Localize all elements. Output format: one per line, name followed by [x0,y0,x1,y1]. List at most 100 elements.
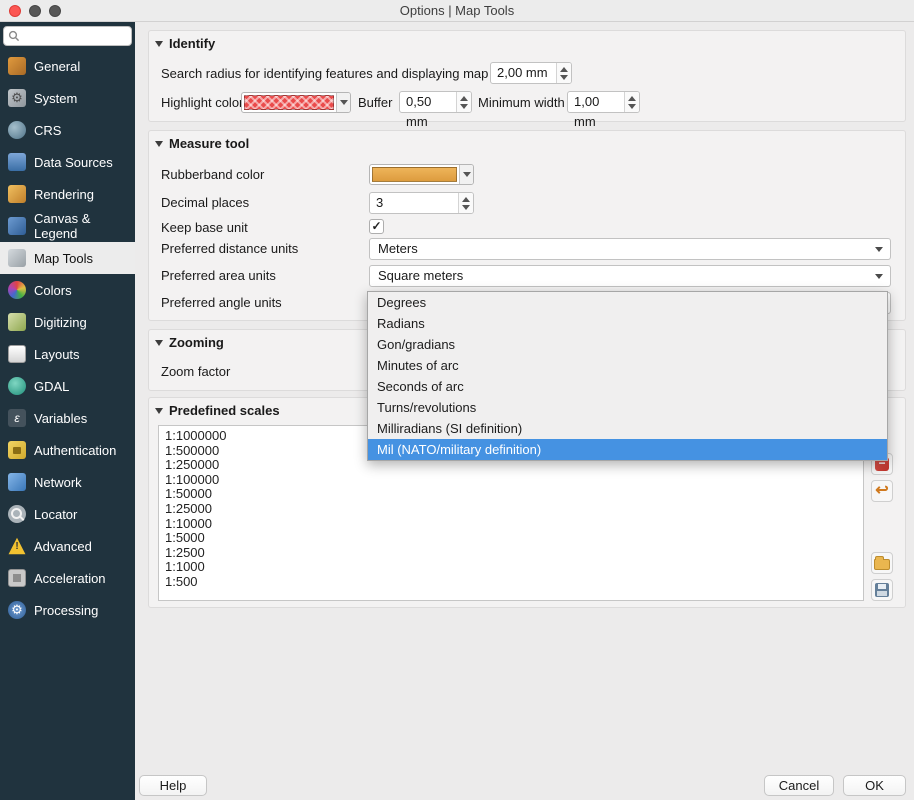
identify-section-header[interactable]: Identify [155,36,215,51]
stepper-up-icon [560,67,568,72]
scale-list-item[interactable]: 1:2500 [165,546,863,561]
rubberband-color-button[interactable] [369,164,474,185]
search-icon [8,30,20,42]
stepper-buttons[interactable] [458,193,473,213]
zooming-section-title: Zooming [169,335,224,350]
sidebar-item-map-tools[interactable]: Map Tools [0,242,135,274]
sidebar-item-variables[interactable]: εVariables [0,402,135,434]
chevron-down-icon [875,247,883,252]
chevron-down-icon [463,172,471,177]
sidebar-item-advanced[interactable]: !Advanced [0,530,135,562]
search-radius-spinbox[interactable]: 2,00 mm [490,62,572,84]
settings-search-input[interactable] [20,28,120,44]
stepper-down-icon [628,104,636,109]
collapse-arrow-icon [155,340,163,346]
dropdown-option-seconds-of-arc[interactable]: Seconds of arc [368,376,887,397]
highlight-color-button[interactable] [241,92,351,113]
options-dialog: Options | Map Tools General ⚙System CRS … [0,0,914,800]
import-scales-folder-icon [874,559,890,570]
sidebar-item-crs[interactable]: CRS [0,114,135,146]
dropdown-option-degrees[interactable]: Degrees [368,292,887,313]
globe-icon [8,121,26,139]
sidebar-item-system[interactable]: ⚙System [0,82,135,114]
scale-list-item[interactable]: 1:1000 [165,560,863,575]
window-title: Options | Map Tools [0,3,914,18]
scale-list-item[interactable]: 1:5000 [165,531,863,546]
sidebar-item-rendering[interactable]: Rendering [0,178,135,210]
gears-icon: ⚙ [8,89,26,107]
map-canvas-icon [8,217,26,235]
sidebar-item-gdal[interactable]: GDAL [0,370,135,402]
sidebar-item-digitizing[interactable]: Digitizing [0,306,135,338]
help-button[interactable]: Help [139,775,207,796]
dropdown-option-mil-nato[interactable]: Mil (NATO/military definition) [368,439,887,460]
scale-list-item[interactable]: 1:500 [165,575,863,590]
stepper-buttons[interactable] [456,92,471,112]
dropdown-option-turns-revolutions[interactable]: Turns/revolutions [368,397,887,418]
scales-section-header[interactable]: Predefined scales [155,403,280,418]
color-dropdown-arrow[interactable] [459,165,473,184]
distance-units-label: Preferred distance units [161,239,298,259]
magnifier-icon [8,505,26,523]
settings-nav: General ⚙System CRS Data Sources Renderi… [0,50,135,626]
decimal-places-spinbox[interactable]: 3 [369,192,474,214]
stepper-buttons[interactable] [556,63,571,83]
angle-units-dropdown-popup: Degrees Radians Gon/gradians Minutes of … [367,291,888,461]
settings-search-box[interactable] [3,26,132,46]
sidebar-item-network[interactable]: Network [0,466,135,498]
scale-list-item[interactable]: 1:100000 [165,473,863,488]
stepper-up-icon [462,197,470,202]
sidebar-item-data-sources[interactable]: Data Sources [0,146,135,178]
area-units-combobox[interactable]: Square meters [369,265,891,287]
color-dropdown-arrow[interactable] [336,93,350,112]
dropdown-option-minutes-of-arc[interactable]: Minutes of arc [368,355,887,376]
angle-units-label: Preferred angle units [161,293,282,313]
processing-gear-icon: ⚙ [8,601,26,619]
zooming-section-header[interactable]: Zooming [155,335,224,350]
dropdown-option-milliradians[interactable]: Milliradians (SI definition) [368,418,887,439]
buffer-spinbox[interactable]: 0,50 mm [399,91,472,113]
export-scales-button[interactable] [871,579,893,601]
sidebar-item-general[interactable]: General [0,50,135,82]
dropdown-option-radians[interactable]: Radians [368,313,887,334]
ok-button[interactable]: OK [843,775,906,796]
rubberband-color-swatch [372,167,457,182]
distance-units-combobox[interactable]: Meters [369,238,891,260]
restore-default-scales-button[interactable]: ↩ [871,480,893,502]
measure-section-title: Measure tool [169,136,249,151]
wrench-icon [8,57,26,75]
stepper-up-icon [460,96,468,101]
sidebar-item-authentication[interactable]: Authentication [0,434,135,466]
import-scales-button[interactable] [871,552,893,574]
stepper-down-icon [460,104,468,109]
sidebar-item-processing[interactable]: ⚙Processing [0,594,135,626]
sidebar-item-layouts[interactable]: Layouts [0,338,135,370]
settings-sidebar: General ⚙System CRS Data Sources Renderi… [0,22,135,800]
scale-list-item[interactable]: 1:50000 [165,487,863,502]
dropdown-option-gon-gradians[interactable]: Gon/gradians [368,334,887,355]
minimum-width-spinbox[interactable]: 1,00 mm [567,91,640,113]
keep-base-unit-checkbox[interactable]: ✓ [369,219,384,234]
stepper-buttons[interactable] [624,92,639,112]
pencil-vertex-icon [8,313,26,331]
identify-section-title: Identify [169,36,215,51]
sidebar-item-locator[interactable]: Locator [0,498,135,530]
search-radius-label: Search radius for identifying features a… [161,64,512,84]
sidebar-item-canvas-legend[interactable]: Canvas & Legend [0,210,135,242]
collapse-arrow-icon [155,408,163,414]
lock-icon [8,441,26,459]
identify-section: Identify Search radius for identifying f… [148,30,906,122]
sidebar-item-colors[interactable]: Colors [0,274,135,306]
measure-section-header[interactable]: Measure tool [155,136,249,151]
area-units-label: Preferred area units [161,266,276,286]
zoom-factor-label: Zoom factor [161,362,230,382]
chip-icon [8,569,26,587]
scale-list-item[interactable]: 1:25000 [165,502,863,517]
highlight-color-label: Highlight color [161,93,243,113]
sidebar-item-acceleration[interactable]: Acceleration [0,562,135,594]
buffer-label: Buffer [358,93,392,113]
cancel-button[interactable]: Cancel [764,775,834,796]
warning-triangle-icon: ! [8,537,26,555]
map-cursor-icon [8,249,26,267]
scale-list-item[interactable]: 1:10000 [165,517,863,532]
